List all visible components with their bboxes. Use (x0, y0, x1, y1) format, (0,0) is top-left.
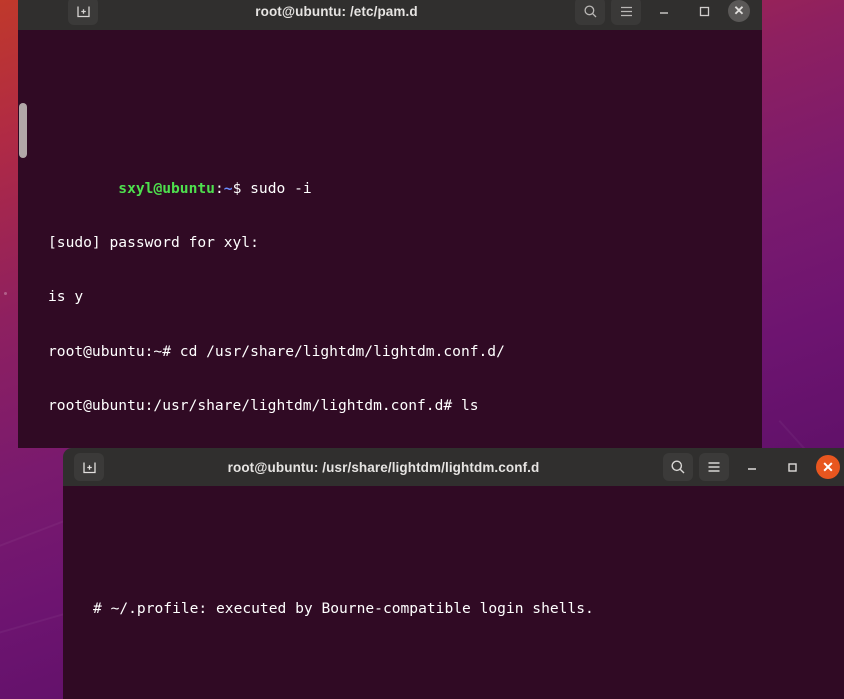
titlebar-pam-d[interactable]: root@ubuntu: /etc/pam.d ✕ (18, 0, 762, 30)
window-title: root@ubuntu: /usr/share/lightdm/lightdm.… (227, 459, 540, 475)
window-title: root@ubuntu: /etc/pam.d (255, 3, 418, 19)
terminal-line: sxyl@ubuntu:~$ sudo -i (18, 162, 762, 197)
terminal-user-host-rest: xyl@ubuntu (127, 179, 215, 197)
new-tab-icon (76, 6, 90, 17)
terminal-command: $ sudo -i (232, 179, 312, 197)
search-button[interactable] (575, 0, 605, 25)
terminal-line: [sudo] password for xyl: (48, 234, 259, 252)
desktop-wallpaper: root@ubuntu: /etc/pam.d ✕ sxyl@ubuntu:~$… (0, 0, 844, 699)
terminal-colon: : (214, 179, 224, 197)
close-button[interactable]: ✕ (816, 455, 840, 479)
editor-line: # ~/.profile: executed by Bourne-compati… (93, 599, 594, 617)
wallpaper-dot (4, 292, 7, 295)
terminal-window-lightdm[interactable]: root@ubuntu: /usr/share/lightdm/lightdm.… (63, 448, 844, 699)
search-button[interactable] (663, 453, 693, 481)
close-icon: ✕ (822, 458, 834, 475)
terminal-line: root@ubuntu:/usr/share/lightdm/lightdm.c… (48, 396, 479, 414)
maximize-button[interactable] (691, 0, 717, 24)
search-icon (583, 4, 596, 17)
menu-button[interactable] (699, 453, 729, 481)
hamburger-icon (708, 462, 720, 472)
terminal-output-pam-d[interactable]: sxyl@ubuntu:~$ sudo -i [sudo] password f… (18, 30, 762, 448)
maximize-icon (788, 463, 797, 472)
maximize-icon (699, 6, 710, 17)
titlebar-lightdm[interactable]: root@ubuntu: /usr/share/lightdm/lightdm.… (63, 448, 844, 486)
terminal-editor-profile[interactable]: # ~/.profile: executed by Bourne-compati… (63, 486, 844, 699)
minimize-button[interactable] (739, 454, 765, 480)
new-tab-button[interactable] (68, 0, 98, 25)
search-icon (671, 460, 685, 474)
hamburger-icon (620, 6, 632, 16)
terminal-line: root@ubuntu:~# cd /usr/share/lightdm/lig… (48, 342, 505, 360)
new-tab-icon (82, 462, 96, 473)
terminal-scrollbar-thumb[interactable] (19, 103, 27, 158)
terminal-user-host: s (118, 179, 128, 197)
minimize-icon (660, 12, 668, 14)
terminal-scrollbar-track[interactable] (18, 30, 28, 448)
minimize-button[interactable] (651, 0, 677, 24)
menu-button[interactable] (611, 0, 641, 25)
close-icon: ✕ (733, 3, 745, 18)
terminal-cwd: ~ (223, 179, 233, 197)
close-button[interactable]: ✕ (728, 0, 750, 22)
terminal-window-pam-d[interactable]: root@ubuntu: /etc/pam.d ✕ sxyl@ubuntu:~$… (18, 0, 762, 448)
new-tab-button[interactable] (74, 453, 104, 481)
maximize-button[interactable] (779, 454, 805, 480)
terminal-line: is y (48, 288, 84, 306)
minimize-icon (748, 468, 756, 470)
